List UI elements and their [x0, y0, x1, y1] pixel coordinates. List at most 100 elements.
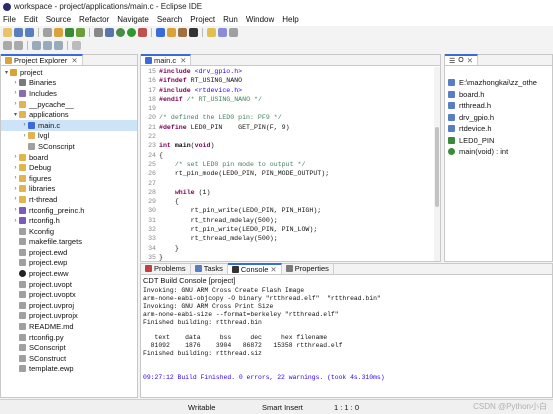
build-icon[interactable]	[43, 28, 52, 37]
menu-refactor[interactable]: Refactor	[79, 15, 109, 24]
next-edit-icon[interactable]	[14, 41, 23, 50]
tree-item[interactable]: ▾ applications	[1, 109, 137, 120]
search-icon[interactable]	[178, 28, 187, 37]
expand-toggle-icon[interactable]: ›	[12, 218, 19, 224]
last-edit-icon[interactable]	[54, 41, 63, 50]
outline-item[interactable]: rtdevice.h	[445, 123, 552, 135]
code-line[interactable]: 26 rt_pin_mode(LED0_PIN, PIN_MODE_OUTPUT…	[141, 170, 440, 179]
expand-toggle-icon[interactable]: ▾	[12, 111, 19, 118]
save-all-icon[interactable]	[25, 28, 34, 37]
code-line[interactable]: 34 }	[141, 245, 440, 254]
tab-problems[interactable]: Problems	[141, 263, 191, 274]
outline-item[interactable]: rtthread.h	[445, 100, 552, 112]
menu-source[interactable]: Source	[46, 15, 71, 24]
code-line[interactable]: 25 /* set LED0 pin mode to output */	[141, 161, 440, 170]
tree-item[interactable]: › figures	[1, 173, 137, 184]
save-icon[interactable]	[14, 28, 23, 37]
tree-item[interactable]: SConscript	[1, 342, 137, 353]
menu-project[interactable]: Project	[190, 15, 215, 24]
outline-item[interactable]: LED0_PIN	[445, 135, 552, 147]
tree-item[interactable]: project.ewp	[1, 258, 137, 269]
tree-item[interactable]: › __pycache__	[1, 99, 137, 110]
menu-navigate[interactable]: Navigate	[117, 15, 149, 24]
download-icon[interactable]	[65, 28, 74, 37]
debug-icon[interactable]	[76, 28, 85, 37]
code-line[interactable]: 24{	[141, 152, 440, 161]
code-line[interactable]: 27	[141, 180, 440, 189]
tab-tasks[interactable]: Tasks	[191, 263, 228, 274]
new-class-icon[interactable]	[156, 28, 165, 37]
code-line[interactable]: 28 while (1)	[141, 189, 440, 198]
expand-toggle-icon[interactable]: ›	[12, 207, 19, 213]
menu-window[interactable]: Window	[246, 15, 274, 24]
code-line[interactable]: 35}	[141, 254, 440, 261]
tree-item[interactable]: makefile.targets	[1, 237, 137, 248]
code-line[interactable]: 29 {	[141, 198, 440, 207]
tab-outline[interactable]: ☰ O ✕	[445, 54, 479, 65]
tree-item[interactable]: project.uvprojx	[1, 311, 137, 322]
next-annotation-icon[interactable]	[229, 28, 238, 37]
code-line[interactable]: 32 rt_pin_write(LED0_PIN, PIN_LOW);	[141, 226, 440, 235]
expand-toggle-icon[interactable]: ›	[21, 122, 28, 128]
code-line[interactable]: 19	[141, 105, 440, 114]
outline-item[interactable]: E:\mazhongkai\zz_othe	[445, 77, 552, 89]
tab-properties[interactable]: Properties	[282, 263, 334, 274]
forward-icon[interactable]	[43, 41, 52, 50]
external-tools-icon[interactable]	[138, 28, 147, 37]
code-line[interactable]: 17 #include <rtdevice.h>	[141, 87, 440, 96]
tree-item[interactable]: › libraries	[1, 184, 137, 195]
tree-item[interactable]: project.eww	[1, 268, 137, 279]
tree-item[interactable]: › Binaries	[1, 78, 137, 89]
expand-toggle-icon[interactable]: ›	[12, 101, 19, 107]
expand-toggle-icon[interactable]: ›	[12, 80, 19, 86]
tree-item[interactable]: › rtconfig_preinc.h	[1, 205, 137, 216]
tab-project-explorer[interactable]: Project Explorer ✕	[1, 54, 83, 65]
code-line[interactable]: 21 #define LED0_PIN GET_PIN(F, 9)	[141, 124, 440, 133]
code-line[interactable]: 30 rt_pin_write(LED0_PIN, PIN_HIGH);	[141, 207, 440, 216]
menu-help[interactable]: Help	[282, 15, 298, 24]
tree-item[interactable]: › Debug	[1, 162, 137, 173]
expand-toggle-icon[interactable]: ›	[12, 186, 19, 192]
new-icon[interactable]	[3, 28, 12, 37]
menu-edit[interactable]: Edit	[24, 15, 38, 24]
run-icon[interactable]	[127, 28, 136, 37]
tab-console[interactable]: Console ✕	[227, 263, 282, 274]
tree-item[interactable]: ▾ project	[1, 67, 137, 78]
code-line[interactable]: 15 #include <drv_gpio.h>	[141, 68, 440, 77]
terminal-icon[interactable]	[189, 28, 198, 37]
code-line[interactable]: 20/* defined the LED0 pin: PF9 */	[141, 114, 440, 123]
expand-toggle-icon[interactable]: ›	[12, 154, 19, 160]
tree-item[interactable]: › rt-thread	[1, 194, 137, 205]
editor-scrollbar[interactable]	[434, 67, 440, 261]
tree-item[interactable]: › board	[1, 152, 137, 163]
pin-icon[interactable]	[218, 28, 227, 37]
toggle-icon[interactable]	[72, 41, 81, 50]
highlight-icon[interactable]	[207, 28, 216, 37]
expand-toggle-icon[interactable]: ›	[12, 90, 19, 96]
code-line[interactable]: 16 #ifndef RT_USING_NANO	[141, 77, 440, 86]
back-icon[interactable]	[32, 41, 41, 50]
outline-item[interactable]: board.h	[445, 89, 552, 101]
code-editor[interactable]: 15 #include <drv_gpio.h> 16 #ifndef RT_USIN…	[141, 67, 440, 261]
pin-editor-icon[interactable]	[3, 41, 12, 50]
open-type-icon[interactable]	[167, 28, 176, 37]
close-icon[interactable]: ✕	[71, 56, 77, 65]
code-line[interactable]: 18 #endif /* RT_USING_NANO */	[141, 96, 440, 105]
debug-run-icon[interactable]	[116, 28, 125, 37]
tree-item[interactable]: template.ewp	[1, 364, 137, 375]
target-icon[interactable]	[105, 28, 114, 37]
tree-item[interactable]: rtconfig.py	[1, 332, 137, 343]
tree-item[interactable]: project.uvproj	[1, 300, 137, 311]
code-line[interactable]: 23 int main(void)	[141, 142, 440, 151]
close-icon[interactable]: ✕	[270, 265, 276, 274]
tree-item[interactable]: SConstruct	[1, 353, 137, 364]
tree-item[interactable]: project.uvopt	[1, 279, 137, 290]
close-icon[interactable]: ✕	[467, 56, 473, 65]
menu-file[interactable]: File	[3, 15, 16, 24]
tree-item[interactable]: Kconfig	[1, 226, 137, 237]
tree-item[interactable]: SConscript	[1, 141, 137, 152]
tree-item[interactable]: › lvgl	[1, 131, 137, 142]
tree-item[interactable]: › rtconfig.h	[1, 215, 137, 226]
tree-item[interactable]: README.md	[1, 321, 137, 332]
tree-item[interactable]: project.ewd	[1, 247, 137, 258]
